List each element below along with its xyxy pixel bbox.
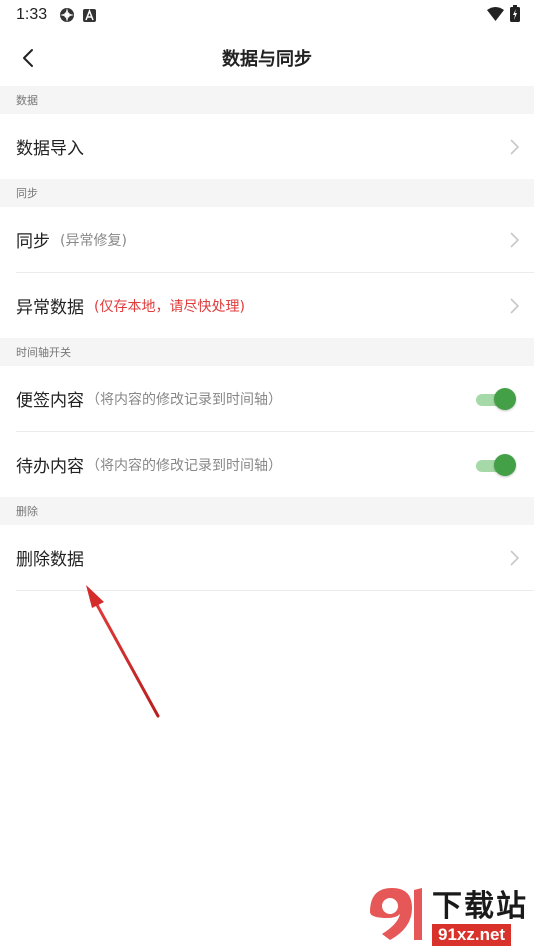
sync-label: 同步	[16, 232, 50, 252]
data-import-label: 数据导入	[16, 139, 84, 159]
section-header-data: 数据	[0, 86, 534, 114]
sync-note: (异常修复)	[60, 232, 127, 249]
section-header-timeline: 时间轴开关	[0, 338, 534, 366]
battery-charging-icon	[510, 5, 520, 26]
todo-content-desc: （将内容的修改记录到时间轴）	[86, 457, 282, 474]
sync-item[interactable]: 同步 (异常修复)	[0, 207, 534, 272]
back-button[interactable]	[14, 44, 42, 72]
notes-content-desc: （将内容的修改记录到时间轴）	[86, 391, 282, 408]
todo-content-label: 待办内容	[16, 457, 84, 477]
back-arrow-icon	[23, 49, 33, 67]
notes-content-label: 便签内容	[16, 391, 84, 411]
divider	[16, 590, 534, 591]
top-app-bar: 数据与同步	[0, 30, 534, 86]
abnormal-data-label: 异常数据	[16, 298, 84, 318]
notes-timeline-toggle[interactable]	[476, 387, 516, 410]
todo-timeline-item: 待办内容 （将内容的修改记录到时间轴）	[0, 432, 534, 497]
a-app-icon	[83, 8, 97, 22]
section-header-sync: 同步	[0, 179, 534, 207]
watermark-logo: 下载站 91xz.net	[360, 882, 528, 946]
chevron-right-icon	[510, 138, 520, 155]
status-time: 1:33	[16, 6, 48, 23]
chevron-right-icon	[510, 231, 520, 248]
status-bar: 1:33	[0, 0, 534, 30]
notes-timeline-item: 便签内容 （将内容的修改记录到时间轴）	[0, 366, 534, 431]
settings-gear-icon	[59, 7, 75, 23]
watermark-url: 91xz.net	[432, 924, 512, 946]
abnormal-data-item[interactable]: 异常数据 (仅存本地，请尽快处理)	[0, 273, 534, 338]
page-title: 数据与同步	[222, 49, 312, 70]
wifi-icon	[487, 6, 504, 25]
abnormal-data-warning: (仅存本地，请尽快处理)	[94, 298, 245, 315]
data-import-item[interactable]: 数据导入	[0, 114, 534, 179]
todo-timeline-toggle[interactable]	[476, 453, 516, 476]
toggle-knob	[494, 387, 516, 410]
delete-data-label: 删除数据	[16, 550, 84, 570]
chevron-right-icon	[510, 549, 520, 566]
watermark-title: 下载站	[432, 890, 528, 923]
delete-data-item[interactable]: 删除数据	[0, 525, 534, 590]
toggle-knob	[494, 453, 516, 476]
watermark-91-logo-icon	[370, 888, 422, 940]
chevron-right-icon	[510, 297, 520, 314]
section-header-delete: 删除	[0, 497, 534, 525]
